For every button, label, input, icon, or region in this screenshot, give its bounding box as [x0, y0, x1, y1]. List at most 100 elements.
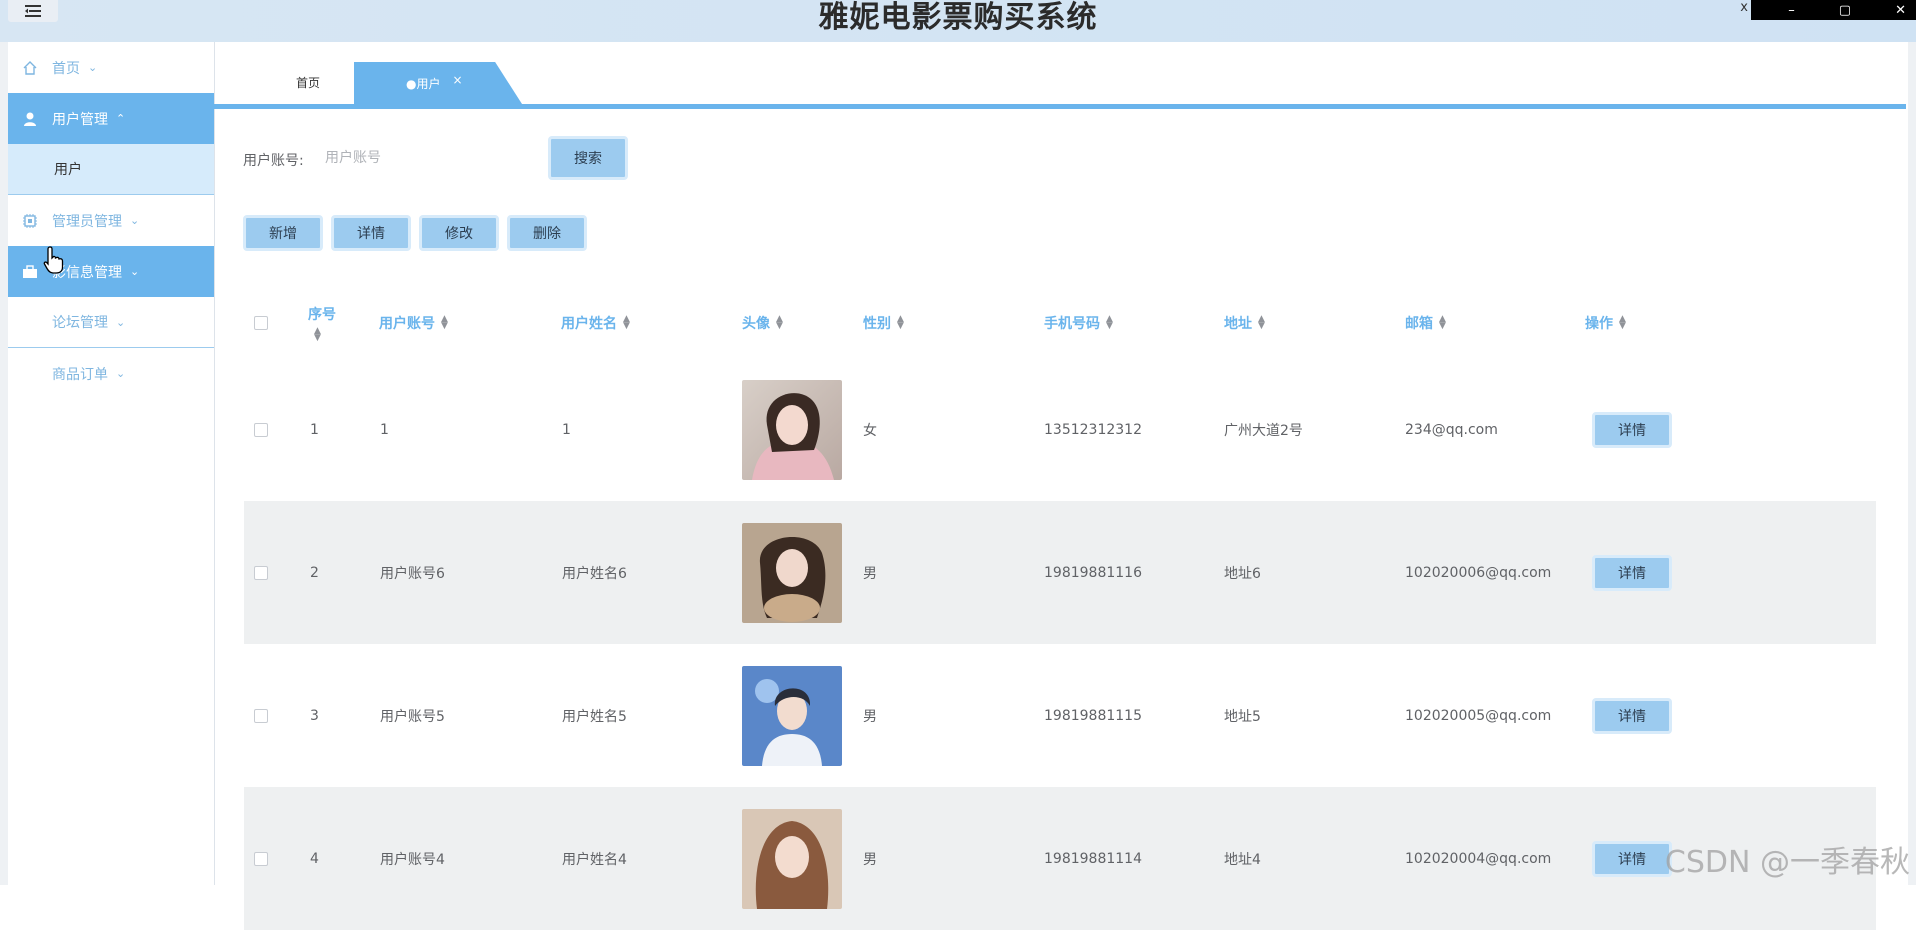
cell-avatar: [742, 358, 842, 501]
sidebar: 首页 ⌄ 用户管理 ⌃ 用户 管理员管理 ⌄ 影信息管理 ⌄ 论坛管理 ⌄ 商品…: [8, 42, 215, 885]
row-checkbox[interactable]: [254, 501, 268, 644]
tab-bar: 首页 ●用户 ×: [214, 60, 1906, 106]
column-header-gender[interactable]: 性别 ▲ ▼: [863, 288, 904, 358]
cell-gender: 男: [863, 565, 877, 582]
cell-phone: 19819881116: [1044, 564, 1142, 581]
home-icon: [22, 60, 38, 76]
header-label: 头像: [742, 316, 770, 332]
search-button[interactable]: 搜索: [548, 136, 628, 180]
sidebar-item-product-orders[interactable]: 商品订单 ⌄: [8, 348, 214, 399]
row-detail-button[interactable]: 详情: [1592, 554, 1672, 591]
cell-index: 1: [310, 421, 319, 438]
chevron-down-icon: ⌄: [116, 367, 126, 380]
avatar-image: [742, 665, 842, 766]
table-header: 序号 ▲ ▼ 用户账号 ▲ ▼ 用户姓名 ▲ ▼ 头像 ▲ ▼ 性别 ▲ ▼ 手机号码 ▲ ▼ 地址 ▲…: [244, 288, 1876, 358]
chevron-down-icon: ⌄: [116, 315, 126, 329]
edit-button[interactable]: 修改: [419, 215, 499, 251]
cell-phone: 19819881115: [1044, 707, 1142, 724]
tab-home[interactable]: 首页: [296, 74, 320, 91]
table-row[interactable]: 2 用户账号6 用户姓名6 男 19819881116 地址6 10202000…: [244, 501, 1876, 644]
app-title: 雅妮电影票购买系统: [818, 0, 1098, 35]
cell-email: 102020006@qq.com: [1405, 564, 1552, 581]
cell-index: 2: [310, 564, 319, 581]
cell-actions: 详情: [1592, 644, 1672, 787]
cell-actions: 详情: [1592, 787, 1672, 930]
sort-icon: ▲ ▼: [623, 314, 630, 331]
close-window-button[interactable]: ✕: [1895, 3, 1906, 18]
cell-email: 102020005@qq.com: [1405, 707, 1552, 724]
cell-index: 3: [310, 707, 319, 724]
delete-button[interactable]: 删除: [507, 215, 587, 251]
sidebar-item-label: 用户管理: [52, 111, 108, 128]
sidebar-item-admin-management[interactable]: 管理员管理 ⌄: [8, 195, 214, 246]
tab-users[interactable]: ●用户 ×: [354, 62, 522, 104]
header-label: 性别: [863, 316, 891, 332]
chevron-down-icon: ⌄: [130, 214, 140, 227]
header-label: 操作: [1585, 316, 1613, 332]
row-checkbox[interactable]: [254, 787, 268, 930]
detail-button[interactable]: 详情: [331, 215, 411, 251]
column-header-email[interactable]: 邮箱 ▲ ▼: [1405, 288, 1446, 358]
maximize-button[interactable]: ▢: [1839, 3, 1851, 18]
header-label: 邮箱: [1405, 316, 1433, 332]
briefcase-icon: [22, 264, 38, 280]
column-header-account[interactable]: 用户账号 ▲ ▼: [379, 288, 448, 358]
sidebar-item-label: 商品订单: [52, 366, 108, 383]
right-edge: [1908, 42, 1916, 885]
sidebar-item-label: 论坛管理: [52, 315, 108, 331]
add-button[interactable]: 新增: [243, 215, 323, 251]
minimize-button[interactable]: –: [1788, 3, 1795, 18]
cell-address: 广州大道2号: [1224, 422, 1303, 439]
header-label: 手机号码: [1044, 316, 1100, 332]
search-input[interactable]: [323, 142, 527, 174]
user-icon: [22, 111, 38, 127]
cell-account: 1: [380, 421, 389, 438]
sidebar-item-forum-management[interactable]: 论坛管理 ⌄: [8, 297, 214, 348]
row-detail-button[interactable]: 详情: [1592, 697, 1672, 734]
cell-actions: 详情: [1592, 358, 1672, 501]
row-detail-button[interactable]: 详情: [1592, 411, 1672, 448]
column-header-actions[interactable]: 操作 ▲ ▼: [1585, 288, 1626, 358]
cell-avatar: [742, 787, 842, 930]
select-all-checkbox[interactable]: [254, 288, 268, 358]
cell-name: 1: [562, 421, 571, 438]
sidebar-item-user-management[interactable]: 用户管理 ⌃: [8, 93, 214, 144]
column-header-phone[interactable]: 手机号码 ▲ ▼: [1044, 288, 1113, 358]
sidebar-item-users[interactable]: 用户: [8, 144, 214, 195]
top-bar: 雅妮电影票购买系统 x – ▢ ✕: [0, 0, 1916, 42]
tab-close-icon[interactable]: ×: [452, 73, 462, 87]
column-header-index[interactable]: 序号 ▲ ▼: [308, 288, 336, 358]
cell-gender: 女: [863, 422, 877, 439]
row-checkbox[interactable]: [254, 644, 268, 787]
logout-button[interactable]: x: [1740, 0, 1748, 15]
cell-actions: 详情: [1592, 501, 1672, 644]
header-label: 用户账号: [379, 316, 435, 332]
table-row[interactable]: 1 1 1 女 13512312312 广州大道2号 234@qq.com 详情: [244, 358, 1876, 501]
table-row[interactable]: 4 用户账号4 用户姓名4 男 19819881114 地址4 10202000…: [244, 787, 1876, 930]
sort-icon: ▲ ▼: [441, 314, 448, 331]
avatar-image: [742, 522, 842, 623]
cell-gender: 男: [863, 708, 877, 725]
table-row[interactable]: 3 用户账号5 用户姓名5 男 19819881115 地址5 10202000…: [244, 644, 1876, 787]
chevron-down-icon: ⌄: [130, 265, 140, 278]
sidebar-item-movie-info-management[interactable]: 影信息管理 ⌄: [8, 246, 214, 297]
sort-icon: ▲ ▼: [314, 326, 321, 343]
search-label: 用户账号:: [243, 153, 304, 169]
cell-avatar: [742, 501, 842, 644]
cell-gender: 男: [863, 851, 877, 868]
sort-icon: ▲ ▼: [1258, 314, 1265, 331]
column-header-address[interactable]: 地址 ▲ ▼: [1224, 288, 1265, 358]
row-detail-button[interactable]: 详情: [1592, 840, 1672, 877]
header-label: 序号: [308, 307, 336, 323]
cell-index: 4: [310, 850, 319, 867]
column-header-name[interactable]: 用户姓名 ▲ ▼: [561, 288, 630, 358]
column-header-avatar[interactable]: 头像 ▲ ▼: [742, 288, 783, 358]
row-checkbox[interactable]: [254, 358, 268, 501]
cell-email: 234@qq.com: [1405, 421, 1498, 438]
sidebar-item-label: 管理员管理: [52, 213, 122, 230]
sidebar-item-home[interactable]: 首页 ⌄: [8, 42, 214, 93]
watermark-text: CSDN @一季春秋: [1664, 845, 1910, 880]
header-label: 地址: [1224, 316, 1252, 332]
cell-name: 用户姓名4: [562, 851, 627, 868]
sidebar-item-label: 用户: [54, 162, 82, 178]
